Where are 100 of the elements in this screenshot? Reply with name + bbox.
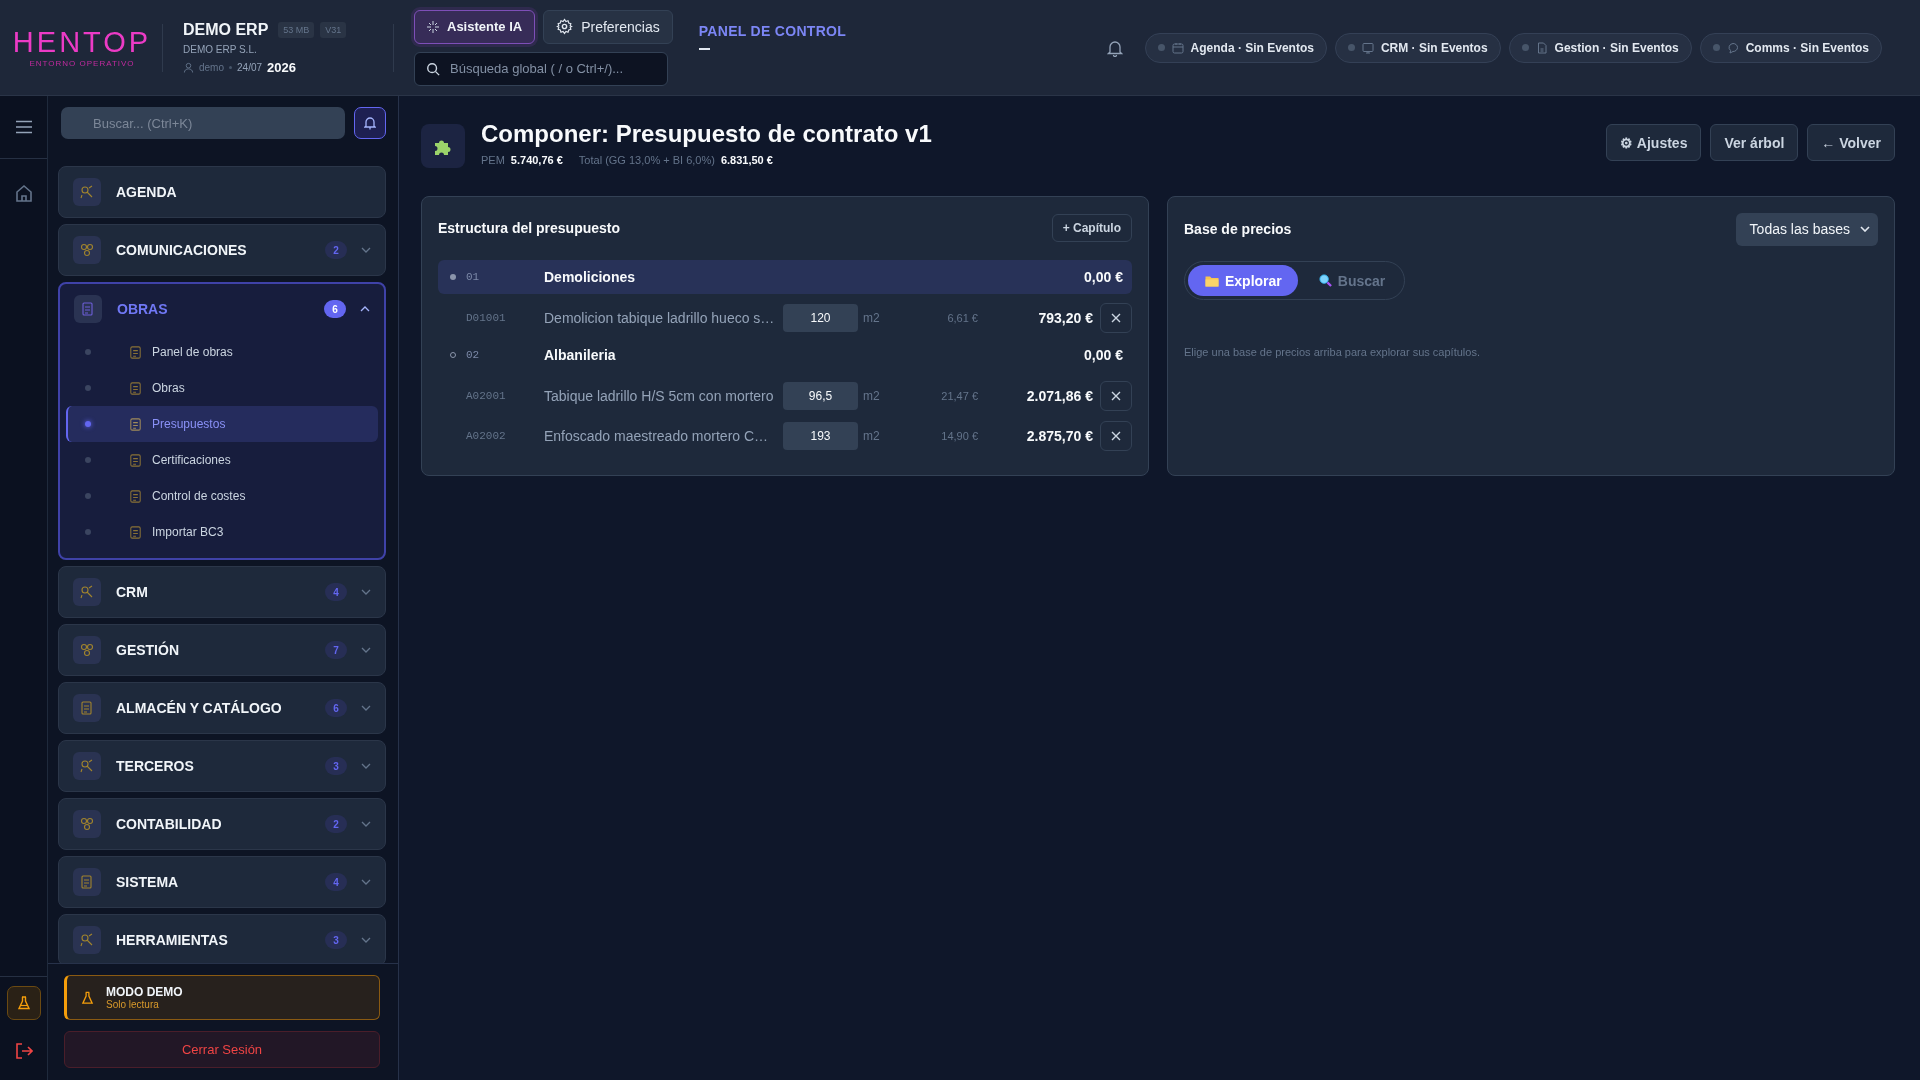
total-label: Total (GG 13,0% + BI 6,0%) — [578, 154, 715, 166]
page-title: Componer: Presupuesto de contrato v1 — [481, 120, 932, 148]
nav-group-header[interactable]: AGENDA — [59, 167, 385, 217]
notifications-icon[interactable] — [1106, 38, 1123, 57]
preferences-button[interactable]: Preferencias — [543, 9, 673, 44]
module-icon — [73, 926, 101, 954]
demo-title: MODO DEMO — [106, 985, 183, 999]
info-badge: 53 MB — [278, 21, 315, 38]
count-badge: 6 — [324, 300, 346, 318]
bell-icon — [364, 116, 376, 130]
action-button[interactable]: ⚙ Ajustes — [1606, 124, 1702, 161]
module-icon — [73, 868, 101, 896]
nav-group-header[interactable]: CONTABILIDAD 2 — [59, 799, 385, 849]
alert-button[interactable] — [354, 107, 386, 139]
user-name: demo — [199, 61, 224, 73]
item-code: A02001 — [465, 390, 507, 402]
nav-group-header[interactable]: GESTIÓN 7 — [59, 625, 385, 675]
count-badge: 2 — [325, 241, 347, 259]
calendar-icon — [1171, 41, 1184, 54]
nav-item[interactable]: Certificaciones — [66, 442, 378, 478]
quantity-field[interactable]: 96,5 — [783, 382, 858, 410]
chapter-code: 01 — [465, 271, 481, 283]
status-pill[interactable]: Comms · Sin Eventos — [1699, 32, 1882, 63]
nav-group-header[interactable]: HERRAMIENTAS 3 — [59, 915, 385, 963]
close-icon — [1111, 431, 1121, 441]
item-name: Enfoscado maestreado mortero C… — [544, 428, 770, 444]
puzzle-icon — [421, 124, 465, 168]
count-badge: 4 — [325, 873, 347, 891]
global-search-field[interactable]: Búsqueda global ( / o Ctrl+/)... — [414, 51, 668, 86]
item-total: 2.875,70 € — [1026, 428, 1093, 444]
settings-icon — [556, 18, 574, 35]
item-total: 2.071,86 € — [1026, 388, 1093, 404]
flask-icon — [16, 996, 31, 1010]
module-icon — [73, 636, 101, 664]
item-name: Demolicion tabique ladrillo hueco s… — [544, 310, 776, 326]
module-icon — [73, 694, 101, 722]
page-icon — [128, 344, 143, 360]
folder-icon — [1205, 274, 1219, 287]
status-dot — [1157, 44, 1165, 51]
flask-icon — [81, 990, 94, 1005]
module-icon — [73, 752, 101, 780]
nav-item[interactable]: Panel de obras — [66, 334, 378, 370]
nav-item[interactable]: Obras — [66, 370, 378, 406]
item-name: Tabique ladrillo H/S 5cm con mortero — [544, 388, 775, 404]
chapter-name: Albanileria — [544, 347, 617, 363]
sidebar-search-field[interactable]: Buscar... (Ctrl+K) — [61, 107, 345, 139]
menu-icon[interactable] — [14, 120, 33, 134]
item-code: D01001 — [465, 312, 507, 324]
nav-group-header[interactable]: OBRAS 6 — [60, 284, 384, 334]
remove-button[interactable] — [1100, 303, 1132, 333]
logout-icon[interactable] — [14, 1042, 33, 1060]
action-button[interactable]: Ver árbol — [1710, 124, 1799, 161]
close-icon — [1111, 391, 1121, 401]
logout-button[interactable]: Cerrar Sesión — [64, 1031, 380, 1068]
page-icon — [128, 380, 143, 396]
module-icon — [73, 810, 101, 838]
remove-button[interactable] — [1100, 381, 1132, 411]
chapter-total: 0,00 € — [1084, 269, 1123, 285]
module-icon — [73, 178, 101, 206]
close-icon — [1111, 313, 1121, 323]
nav-item[interactable]: Importar BC3 — [66, 514, 378, 550]
quantity-field[interactable]: 193 — [783, 422, 858, 450]
control-panel-link[interactable]: PANEL DE CONTROL — [698, 23, 847, 39]
module-icon — [74, 295, 102, 323]
unit-text: m2 — [862, 311, 881, 325]
status-pill[interactable]: CRM · Sin Eventos — [1334, 32, 1501, 63]
nav-item[interactable]: Presupuestos — [66, 406, 378, 442]
unit-price: 6,61 € — [947, 312, 978, 324]
tab[interactable]: Explorar — [1188, 265, 1298, 296]
card-title: Base de precios — [1184, 221, 1292, 237]
demo-mode-button[interactable] — [6, 986, 41, 1020]
logo-tagline: ENTORNO OPERATIVO — [29, 58, 135, 68]
nav-group-header[interactable]: CRM 4 — [59, 567, 385, 617]
card-title: Estructura del presupuesto — [438, 220, 621, 236]
unit-price: 14,90 € — [941, 430, 978, 442]
nav-item[interactable]: Control de costes — [66, 478, 378, 514]
count-badge: 4 — [325, 583, 347, 601]
home-icon[interactable] — [13, 183, 34, 203]
chapter-row[interactable]: 02 Albanileria 0,00 € — [438, 338, 1132, 372]
nav-group-header[interactable]: COMUNICACIONES 2 — [59, 225, 385, 275]
monitor-icon — [1361, 41, 1374, 54]
nav-group-header[interactable]: ALMACÉN Y CATÁLOGO 6 — [59, 683, 385, 733]
remove-button[interactable] — [1100, 421, 1132, 451]
status-pill[interactable]: Gestion · Sin Eventos — [1508, 32, 1692, 63]
module-icon — [73, 236, 101, 264]
status-pill[interactable]: Agenda · Sin Eventos — [1144, 32, 1327, 63]
total-value: 6.831,50 € — [720, 154, 773, 166]
item-total: 793,20 € — [1038, 310, 1093, 326]
quantity-field[interactable]: 120 — [783, 304, 858, 332]
assistant-button[interactable]: Asistente IA — [414, 9, 536, 44]
page-icon — [128, 488, 143, 504]
item-code: A02002 — [465, 430, 507, 442]
nav-group-header[interactable]: SISTEMA 4 — [59, 857, 385, 907]
nav-group-header[interactable]: TERCEROS 3 — [59, 741, 385, 791]
price-base-select[interactable]: Todas las bases — [1735, 212, 1878, 246]
chapter-row[interactable]: 01 Demoliciones 0,00 € — [438, 260, 1132, 294]
add-chapter-button[interactable]: + Capítulo — [1051, 214, 1132, 242]
action-button[interactable]: ← Volver — [1807, 124, 1895, 161]
caret-icon — [1860, 226, 1870, 232]
status-dot — [1347, 44, 1355, 51]
